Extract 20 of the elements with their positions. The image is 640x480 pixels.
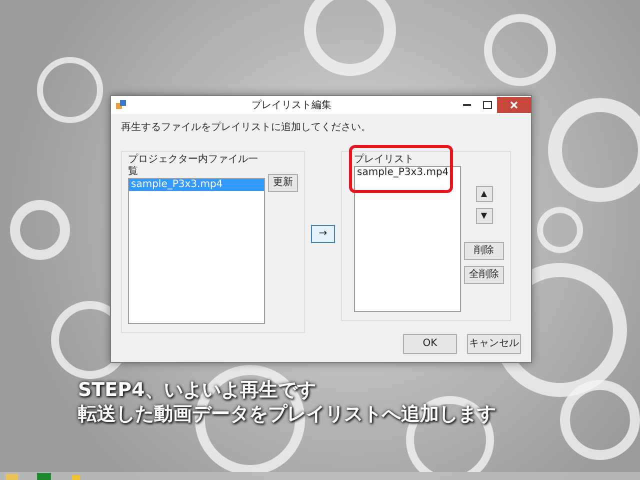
- close-icon: [510, 101, 518, 109]
- caption-text: STEP4、いよいよ再生です: [78, 378, 317, 402]
- instruction-text: 再生するファイルをプレイリストに追加してください。: [121, 120, 372, 135]
- playlist-list[interactable]: sample_P3x3.mp4: [354, 166, 461, 312]
- group-label: プレイリスト: [354, 154, 415, 166]
- refresh-button[interactable]: 更新: [268, 174, 298, 192]
- list-item[interactable]: sample_P3x3.mp4: [355, 167, 460, 179]
- maximize-icon: [482, 101, 492, 109]
- move-down-button[interactable]: ▼: [476, 208, 492, 224]
- ok-button[interactable]: OK: [403, 334, 457, 354]
- cancel-button[interactable]: キャンセル: [467, 334, 521, 354]
- delete-button[interactable]: 全削除: [464, 266, 504, 284]
- close-button[interactable]: [497, 97, 531, 113]
- caption-text: 転送した動画データをプレイリストへ追加します: [78, 402, 496, 426]
- window-title: プレイリスト編集: [250, 98, 332, 112]
- minimize-icon: [463, 104, 471, 106]
- group-label: プロジェクター内ファイル一覧: [128, 154, 259, 178]
- delete-button[interactable]: 削除: [464, 242, 504, 260]
- move-up-button[interactable]: ▲: [476, 186, 492, 202]
- add-button[interactable]: →: [311, 224, 335, 242]
